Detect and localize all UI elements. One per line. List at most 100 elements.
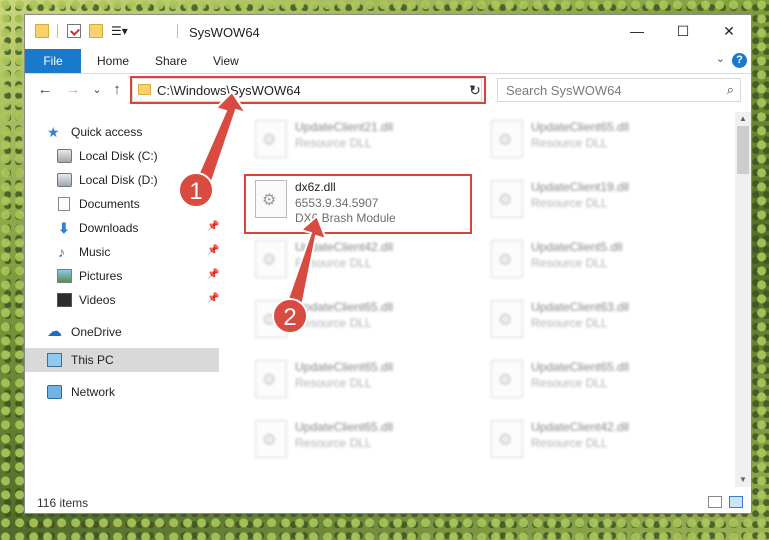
search-icon[interactable]: ⌕ bbox=[727, 82, 734, 98]
sidebar-item-label: Network bbox=[71, 385, 116, 399]
chevron-down-icon[interactable]: ⌄ bbox=[716, 52, 725, 65]
file-item[interactable]: UpdateClient42.dll Resource DLL bbox=[483, 414, 713, 464]
file-name: UpdateClient5.dll bbox=[531, 240, 623, 254]
pin-icon[interactable]: 📌 bbox=[207, 245, 219, 256]
window-title: SysWOW64 bbox=[189, 25, 260, 40]
search-input[interactable]: Search SysWOW64 ⌕ bbox=[497, 78, 741, 102]
file-item[interactable]: UpdateClient21.dll Resource DLL bbox=[247, 114, 477, 164]
pin-icon[interactable]: 📌 bbox=[207, 221, 219, 232]
dll-file-icon bbox=[255, 360, 287, 398]
maximize-button[interactable]: ☐ bbox=[660, 15, 706, 47]
forward-button[interactable]: → bbox=[63, 79, 83, 101]
cloud-icon: ☁ bbox=[47, 323, 62, 340]
sidebar-item-label: Quick access bbox=[71, 125, 143, 139]
sidebar-item-onedrive[interactable]: ☁ OneDrive bbox=[25, 320, 219, 344]
sidebar-item-videos[interactable]: Videos 📌 bbox=[25, 288, 219, 312]
pc-icon bbox=[47, 353, 62, 367]
file-name: UpdateClient42.dll bbox=[295, 240, 394, 254]
sidebar-item-label: Music bbox=[79, 245, 111, 259]
sidebar-item-network[interactable]: Network bbox=[25, 380, 219, 404]
file-type: Resource DLL bbox=[531, 196, 608, 210]
file-type: Resource DLL bbox=[531, 136, 608, 150]
music-icon: ♪ bbox=[58, 244, 65, 260]
file-type: Resource DLL bbox=[531, 376, 608, 390]
tab-file[interactable]: File bbox=[25, 49, 81, 73]
new-folder-icon[interactable] bbox=[89, 24, 103, 38]
dll-file-icon bbox=[491, 420, 523, 458]
recent-locations-button[interactable]: ⌄ bbox=[87, 79, 107, 101]
file-name: UpdateClient65.dll bbox=[531, 120, 630, 134]
sidebar-item-label: Pictures bbox=[79, 269, 123, 283]
network-icon bbox=[47, 385, 62, 399]
sidebar-item-pictures[interactable]: Pictures 📌 bbox=[25, 264, 219, 288]
sidebar-item-label: Videos bbox=[79, 293, 116, 307]
item-count: 116 items bbox=[37, 496, 89, 510]
sidebar-item-quick-access[interactable]: ★ Quick access bbox=[25, 120, 219, 144]
disk-icon bbox=[57, 149, 72, 163]
pictures-icon bbox=[57, 269, 72, 283]
dll-file-icon bbox=[255, 420, 287, 458]
vertical-scrollbar[interactable]: ▲ ▼ bbox=[735, 112, 751, 487]
navigation-pane: ★ Quick access Local Disk (C:) Local Dis… bbox=[25, 112, 219, 487]
close-button[interactable]: ✕ bbox=[706, 15, 752, 47]
address-highlight-box bbox=[130, 76, 486, 104]
tab-view[interactable]: View bbox=[213, 49, 239, 73]
file-name: UpdateClient65.dll bbox=[531, 360, 630, 374]
dll-file-icon bbox=[491, 360, 523, 398]
file-type: Resource DLL bbox=[295, 436, 372, 450]
up-button[interactable]: ↑ bbox=[107, 79, 127, 101]
minimize-button[interactable]: — bbox=[614, 15, 660, 47]
file-type: Resource DLL bbox=[295, 136, 372, 150]
sidebar-item-label: Local Disk (D:) bbox=[79, 173, 158, 187]
file-item[interactable]: UpdateClient65.dll Resource DLL bbox=[483, 114, 713, 164]
tab-home[interactable]: Home bbox=[97, 49, 129, 73]
file-type: Resource DLL bbox=[295, 376, 372, 390]
file-item[interactable]: UpdateClient65.dll Resource DLL bbox=[483, 354, 713, 404]
large-icons-view-icon[interactable] bbox=[729, 496, 743, 508]
search-placeholder: Search SysWOW64 bbox=[506, 83, 622, 98]
sidebar-item-downloads[interactable]: ⬇ Downloads 📌 bbox=[25, 216, 219, 240]
file-name: UpdateClient42.dll bbox=[531, 420, 630, 434]
scrollbar-thumb[interactable] bbox=[737, 126, 749, 174]
dll-file-icon bbox=[491, 180, 523, 218]
sidebar-item-label: OneDrive bbox=[71, 325, 122, 339]
file-item[interactable]: UpdateClient19.dll Resource DLL bbox=[483, 174, 713, 224]
callout-1: 1 bbox=[178, 172, 214, 208]
file-name: UpdateClient65.dll bbox=[295, 420, 394, 434]
ribbon-tabs: File Home Share View ⌄ ? bbox=[25, 49, 751, 74]
pin-icon[interactable]: 📌 bbox=[207, 293, 219, 304]
scroll-up-icon[interactable]: ▲ bbox=[735, 112, 751, 126]
explorer-window: ☰▾ SysWOW64 — ☐ ✕ File Home Share View ⌄… bbox=[24, 14, 752, 514]
sidebar-item-label: Downloads bbox=[79, 221, 139, 235]
file-type: Resource DLL bbox=[531, 316, 608, 330]
videos-icon bbox=[57, 293, 72, 307]
file-item[interactable]: UpdateClient65.dll Resource DLL bbox=[247, 414, 477, 464]
callout-2: 2 bbox=[272, 298, 308, 334]
back-button[interactable]: ← bbox=[35, 79, 55, 101]
divider bbox=[177, 24, 178, 38]
sidebar-item-this-pc[interactable]: This PC bbox=[25, 348, 219, 372]
divider bbox=[57, 24, 58, 38]
file-item[interactable]: UpdateClient63.dll Resource DLL bbox=[483, 294, 713, 344]
pin-icon[interactable]: 📌 bbox=[207, 269, 219, 280]
dll-file-icon bbox=[491, 300, 523, 338]
help-icon[interactable]: ? bbox=[732, 53, 747, 68]
file-type: Resource DLL bbox=[531, 256, 608, 270]
dll-file-icon bbox=[491, 240, 523, 278]
tab-share[interactable]: Share bbox=[155, 49, 187, 73]
folder-icon bbox=[35, 24, 49, 38]
file-item[interactable]: UpdateClient5.dll Resource DLL bbox=[483, 234, 713, 284]
sidebar-item-music[interactable]: ♪ Music 📌 bbox=[25, 240, 219, 264]
download-icon: ⬇ bbox=[58, 220, 70, 236]
file-name: UpdateClient65.dll bbox=[295, 300, 394, 314]
sidebar-item-local-disk-c[interactable]: Local Disk (C:) bbox=[25, 144, 219, 168]
customize-toolbar-icon[interactable]: ☰▾ bbox=[111, 24, 128, 38]
scroll-down-icon[interactable]: ▼ bbox=[735, 473, 751, 487]
details-view-icon[interactable] bbox=[708, 496, 722, 508]
file-item[interactable]: UpdateClient42.dll Resource DLL bbox=[247, 234, 477, 284]
file-highlight-box bbox=[244, 174, 472, 234]
sidebar-item-label: Documents bbox=[79, 197, 140, 211]
file-item[interactable]: UpdateClient65.dll Resource DLL bbox=[247, 354, 477, 404]
properties-icon[interactable] bbox=[67, 24, 81, 38]
file-name: UpdateClient19.dll bbox=[531, 180, 630, 194]
